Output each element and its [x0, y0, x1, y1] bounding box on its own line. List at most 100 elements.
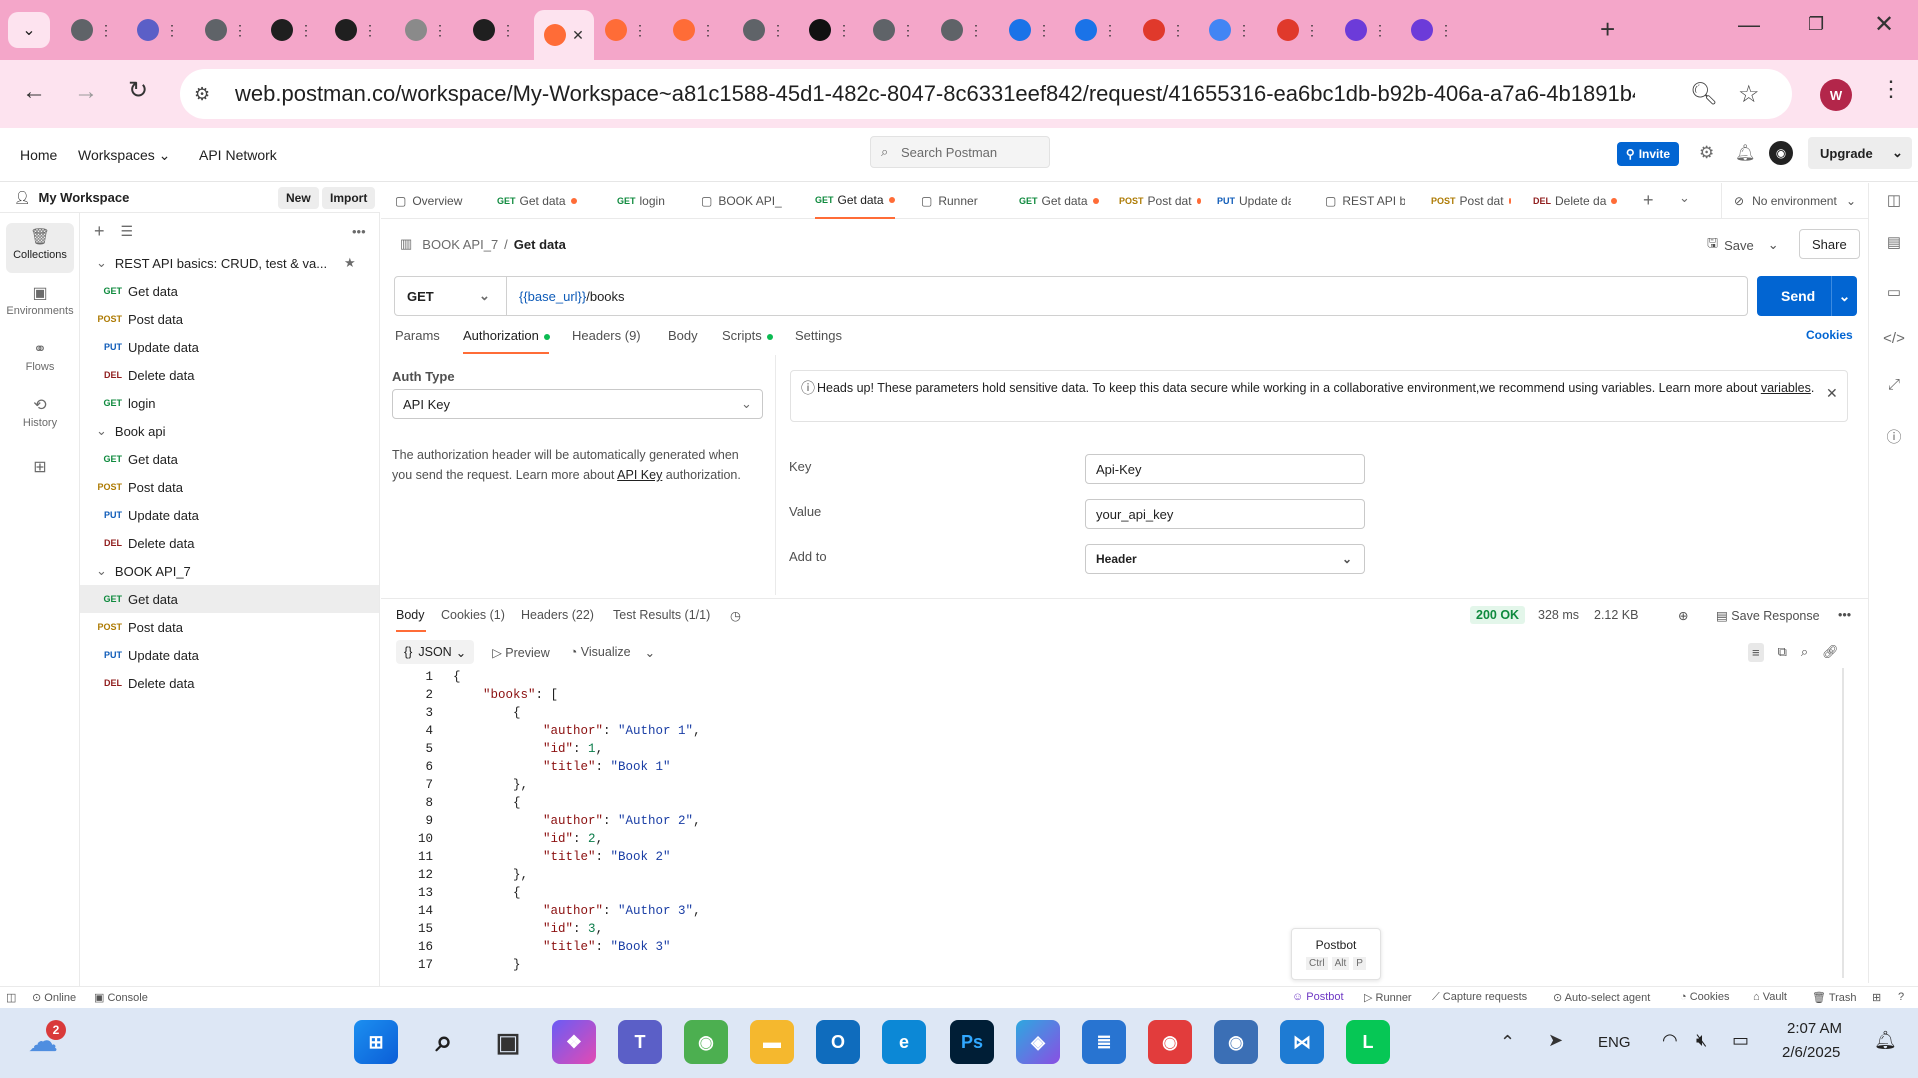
runner-button[interactable]: ▷ Runner [1364, 991, 1412, 1004]
response-size[interactable]: 2.12 KB [1594, 608, 1638, 622]
browser-tab[interactable]: ⋮ [864, 12, 924, 48]
sidebar-item-collections[interactable]: 🗑︎ Collections [6, 223, 74, 273]
nav-workspaces[interactable]: Workspaces ⌄ [78, 147, 170, 164]
api-key-link[interactable]: API Key [617, 468, 662, 482]
tab-settings[interactable]: Settings [795, 328, 842, 343]
api-value-field[interactable]: your_api_key [1085, 499, 1365, 529]
chevron-down-icon[interactable]: ⌄ [1892, 145, 1903, 161]
comments-icon[interactable]: ▭ [1869, 283, 1918, 301]
request-tab[interactable]: ▢ BOOK API_ [701, 183, 789, 219]
sidebar-item-history[interactable]: ⟲ History [6, 391, 74, 441]
browser-menu-icon[interactable]: ⋮ [1880, 76, 1902, 102]
browser-tab[interactable]: ⋮ [664, 12, 724, 48]
nav-home[interactable]: Home [20, 147, 57, 163]
outlook-icon[interactable]: O [816, 1020, 860, 1064]
task-view-icon[interactable]: ▣ [486, 1020, 530, 1064]
tab-response-cookies[interactable]: Cookies (1) [441, 608, 505, 622]
request-tab[interactable]: ▢ REST API b [1325, 183, 1405, 219]
save-button[interactable]: 🖫 Save ⌄ [1707, 230, 1779, 260]
sidebar-item-more[interactable]: ⊞ [6, 453, 74, 483]
nav-api-network[interactable]: API Network [199, 147, 277, 163]
request-item[interactable]: PUT Update data [80, 501, 379, 529]
filter-icon[interactable]: ☰ [121, 223, 134, 240]
photoshop-icon[interactable]: Ps [950, 1020, 994, 1064]
user-avatar[interactable]: ◉ [1769, 141, 1793, 165]
chrome-profile-icon[interactable]: ◉ [1148, 1020, 1192, 1064]
restore-icon[interactable]: ❐ [1808, 14, 1824, 35]
auto-select-agent-button[interactable]: ⊙ Auto-select agent [1553, 991, 1650, 1004]
tab-body[interactable]: Body [668, 328, 698, 343]
clock-time[interactable]: 2:07 AM [1787, 1020, 1842, 1037]
request-item[interactable]: POST Post data [80, 613, 379, 641]
request-tab[interactable]: GET Get data [1019, 183, 1103, 219]
tab-search-icon[interactable]: ⌄ [8, 12, 50, 48]
chevron-down-icon[interactable]: ⌄ [1679, 190, 1690, 206]
postbot-button[interactable]: ☺ Postbot [1292, 991, 1344, 1003]
new-button[interactable]: New [278, 187, 319, 209]
breadcrumb-collection[interactable]: BOOK API_7 [422, 237, 498, 252]
file-explorer-icon[interactable]: ▬ [750, 1020, 794, 1064]
response-time[interactable]: 328 ms [1538, 608, 1579, 622]
request-tab[interactable]: GET Get data [497, 183, 583, 219]
visualize-button[interactable]: ◔ Visualize [570, 645, 631, 659]
request-item[interactable]: PUT Update data [80, 333, 379, 361]
chevron-down-icon[interactable]: ⌄ [96, 563, 107, 579]
info-icon[interactable]: ⓘ [1869, 426, 1918, 447]
save-response-button[interactable]: ▤ Save Response [1716, 608, 1820, 623]
volume-muted-icon[interactable]: 🔇︎ [1696, 1030, 1707, 1051]
invite-button[interactable]: ⚲ Invite [1617, 142, 1679, 166]
request-item[interactable]: POST Post data [80, 473, 379, 501]
sidebar-toggle-icon[interactable]: ◫ [6, 991, 16, 1004]
settings-gear-icon[interactable]: ⚙ [1699, 143, 1714, 163]
chevron-down-icon[interactable]: ⌄ [96, 255, 107, 271]
collection-row[interactable]: ⌄ REST API basics: CRUD, test & va... ★ [80, 249, 379, 277]
documentation-icon[interactable]: ▤ [1869, 233, 1918, 251]
language-indicator[interactable]: ENG [1598, 1034, 1631, 1051]
request-tab[interactable]: POST Post dat [1119, 183, 1201, 219]
new-request-tab-icon[interactable]: + [1643, 190, 1654, 211]
tab-response-headers[interactable]: Headers (22) [521, 608, 594, 622]
environment-selector[interactable]: ⊘ No environment ⌄ [1721, 183, 1868, 219]
console-button[interactable]: ▣ Console [94, 991, 148, 1004]
share-button[interactable]: Share [1799, 229, 1860, 259]
tab-headers[interactable]: Headers (9) [572, 328, 641, 343]
response-body-code[interactable]: 1{2 "books": [3 {4 "author": "Author 1",… [400, 668, 1840, 978]
import-button[interactable]: Import [322, 187, 376, 209]
site-info-icon[interactable]: ⚙ [194, 84, 210, 105]
vault-button[interactable]: ⌂ Vault [1753, 991, 1787, 1003]
browser-tab[interactable]: ⋮ [596, 12, 656, 48]
code-icon[interactable]: </> [1869, 330, 1918, 347]
upgrade-button[interactable]: Upgrade ⌄ [1808, 137, 1912, 169]
variables-link[interactable]: variables [1761, 381, 1811, 395]
breadcrumb-request[interactable]: Get data [514, 237, 566, 252]
tab-response-body[interactable]: Body [396, 608, 425, 622]
workspace-name[interactable]: My Workspace [39, 190, 130, 205]
reload-icon[interactable]: ↻ [128, 76, 148, 105]
chevron-down-icon[interactable]: ⌄ [96, 423, 107, 439]
browser-tab[interactable]: ⋮ [800, 12, 860, 48]
search-input[interactable]: ⌕ Search Postman [870, 136, 1050, 168]
request-tab[interactable]: ▢ Overview [395, 183, 475, 219]
notification-bell-icon[interactable]: 🔔︎ [1735, 143, 1755, 163]
request-tab[interactable]: GET Get data [815, 183, 895, 219]
send-button[interactable]: Send ⌄ [1757, 276, 1857, 316]
tab-scripts[interactable]: Scripts [722, 328, 773, 343]
tab-params[interactable]: Params [395, 328, 440, 343]
tab-test-results[interactable]: Test Results (1/1) [613, 608, 710, 622]
request-tab[interactable]: DEL Delete da [1533, 183, 1617, 219]
request-tab[interactable]: GET login [617, 183, 683, 219]
sidebar-toggle-icon[interactable]: ◫ [1869, 191, 1918, 209]
request-item[interactable]: GET login [80, 389, 379, 417]
teams-icon[interactable]: T [618, 1020, 662, 1064]
request-item[interactable]: GET Get data [80, 277, 379, 305]
new-tab-icon[interactable]: + [1600, 14, 1615, 45]
battery-icon[interactable]: ▭ [1732, 1030, 1749, 1051]
link-icon[interactable]: 🔗︎ [1822, 644, 1839, 660]
browser-tab[interactable]: ⋮ [128, 12, 188, 48]
history-icon[interactable]: ◷ [730, 608, 741, 623]
chevron-down-icon[interactable]: ⌄ [645, 645, 655, 660]
add-icon[interactable]: + [94, 221, 105, 242]
m365-icon[interactable]: ◈ [1016, 1020, 1060, 1064]
copy-icon[interactable]: ⧉ [1778, 644, 1787, 660]
close-icon[interactable]: ✕ [1826, 385, 1838, 402]
